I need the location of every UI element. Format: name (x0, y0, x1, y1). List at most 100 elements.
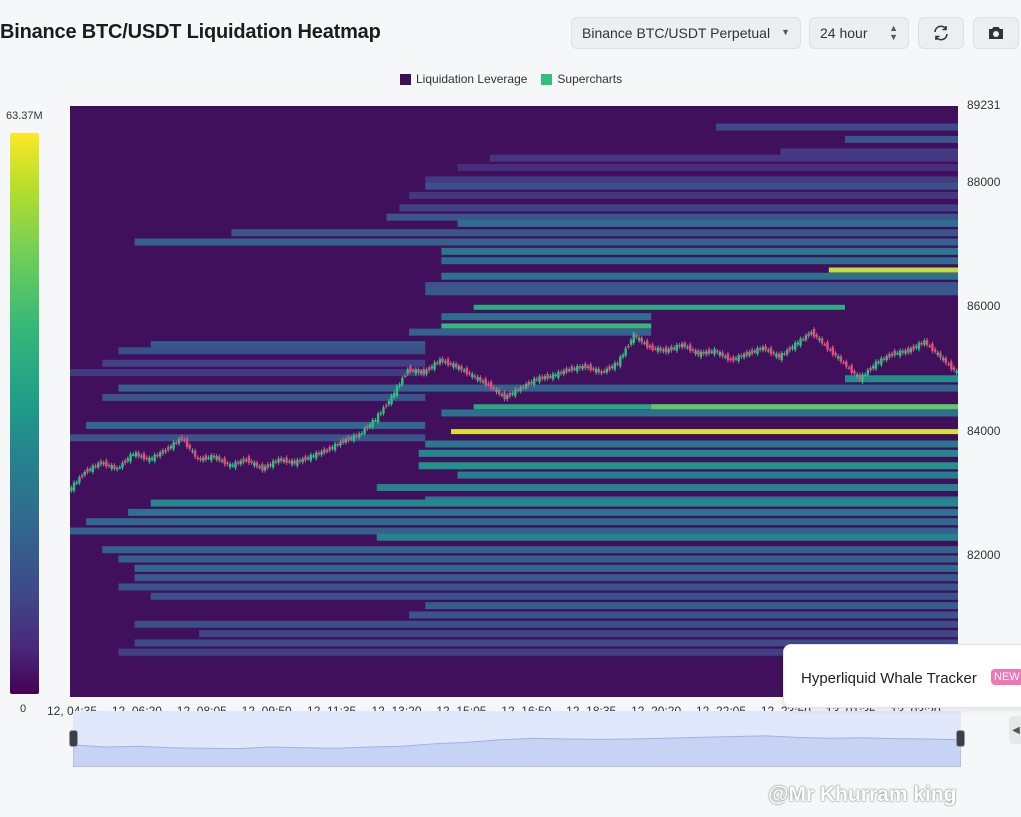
price-candle-body (126, 458, 130, 462)
price-candle-body (75, 482, 78, 484)
price-candle-body (177, 438, 181, 444)
price-candle-body (734, 358, 738, 360)
price-candle-body (514, 389, 517, 396)
price-candle-body (411, 369, 415, 372)
price-candle-body (425, 369, 428, 375)
price-candle-body (145, 457, 148, 459)
price-candle-body (799, 338, 802, 346)
price-candle-body (726, 353, 730, 361)
price-candle-body (226, 462, 229, 465)
liquidation-band (828, 267, 958, 273)
price-candle-body (831, 347, 835, 355)
price-candle-body (231, 464, 234, 467)
price-candle-body (837, 356, 840, 359)
price-candle-body (710, 351, 713, 353)
price-candle-body (336, 444, 339, 446)
price-candle-body (508, 392, 512, 397)
price-candle-body (376, 413, 380, 423)
price-candle-body (705, 351, 708, 355)
chevron-left-icon[interactable]: ◀ (1009, 716, 1021, 744)
price-candle-body (247, 456, 251, 463)
price-candle-body (503, 392, 506, 400)
price-candle-body (500, 394, 504, 396)
price-candle-body (417, 369, 420, 373)
time-navigator[interactable] (73, 711, 961, 767)
navigator-area (73, 735, 961, 767)
price-candle-body (374, 420, 377, 422)
price-candle-body (858, 374, 861, 380)
price-candle-body (99, 461, 103, 465)
price-candle-body (901, 350, 905, 353)
price-candle-body (331, 447, 334, 449)
price-candle-body (936, 352, 940, 355)
price-candle-body (78, 477, 81, 483)
price-candle-body (156, 454, 159, 457)
price-candle-body (379, 412, 382, 415)
price-candle-body (86, 468, 89, 473)
price-candle-body (912, 346, 915, 350)
price-candle-body (481, 380, 485, 383)
price-candle-body (589, 364, 592, 371)
price-candle-body (629, 339, 633, 345)
liquidation-heatmap[interactable] (0, 0, 1021, 700)
price-candle-body (769, 347, 773, 355)
liquidation-band (231, 229, 959, 237)
price-candle-body (651, 344, 654, 351)
navigator-right-handle[interactable] (956, 730, 965, 747)
price-candle-body (142, 453, 146, 460)
price-candle-body (118, 467, 121, 469)
price-candle-body (228, 463, 232, 468)
price-candle-body (382, 407, 385, 414)
price-candle-body (866, 370, 870, 376)
price-candle-body (850, 365, 853, 373)
price-candle-body (785, 349, 789, 355)
price-candle-body (511, 392, 514, 395)
price-candle-body (796, 342, 800, 345)
price-candle-body (933, 349, 937, 352)
liquidation-band (399, 204, 958, 212)
liquidation-band (418, 449, 958, 457)
price-candle-body (185, 438, 189, 447)
price-candle-body (549, 376, 552, 378)
price-candle-body (242, 458, 245, 463)
price-candle-body (715, 350, 719, 353)
price-candle-body (352, 434, 356, 441)
price-candle-body (88, 468, 92, 471)
price-candle-body (218, 456, 221, 461)
price-candle-body (401, 377, 404, 385)
price-candle-body (611, 366, 614, 368)
price-candle-body (239, 460, 243, 465)
price-candle-body (659, 347, 662, 351)
navigator-left-handle[interactable] (69, 730, 78, 747)
price-candle-body (592, 368, 595, 370)
price-candle-body (530, 381, 533, 384)
liquidation-band (199, 630, 958, 638)
price-candle-body (153, 454, 156, 462)
price-candle-body (193, 450, 197, 457)
price-candle-body (570, 366, 574, 371)
liquidation-band (102, 393, 426, 401)
price-candle-body (675, 344, 678, 351)
price-candle-body (656, 347, 660, 352)
price-candle-body (823, 344, 826, 346)
liquidation-band (86, 421, 426, 429)
price-candle-body (158, 452, 162, 457)
price-candle-body (613, 362, 617, 370)
promo-toast[interactable]: Hyperliquid Whale Tracker NEW (783, 644, 1021, 708)
liquidation-band (386, 213, 958, 221)
price-candle-body (132, 454, 135, 456)
price-candle-body (454, 363, 458, 368)
price-candle-body (557, 371, 560, 378)
price-candle-body (110, 464, 113, 469)
price-candle-body (907, 348, 910, 353)
price-candle-body (845, 361, 848, 367)
price-candle-body (915, 346, 918, 348)
liquidation-band (457, 219, 958, 227)
price-candle-body (140, 455, 143, 458)
price-candle-body (94, 465, 97, 468)
price-candle-body (904, 350, 907, 354)
liquidation-band (473, 304, 845, 310)
price-candle-body (724, 356, 727, 358)
price-candle-body (506, 394, 509, 399)
price-candle-body (759, 348, 762, 350)
